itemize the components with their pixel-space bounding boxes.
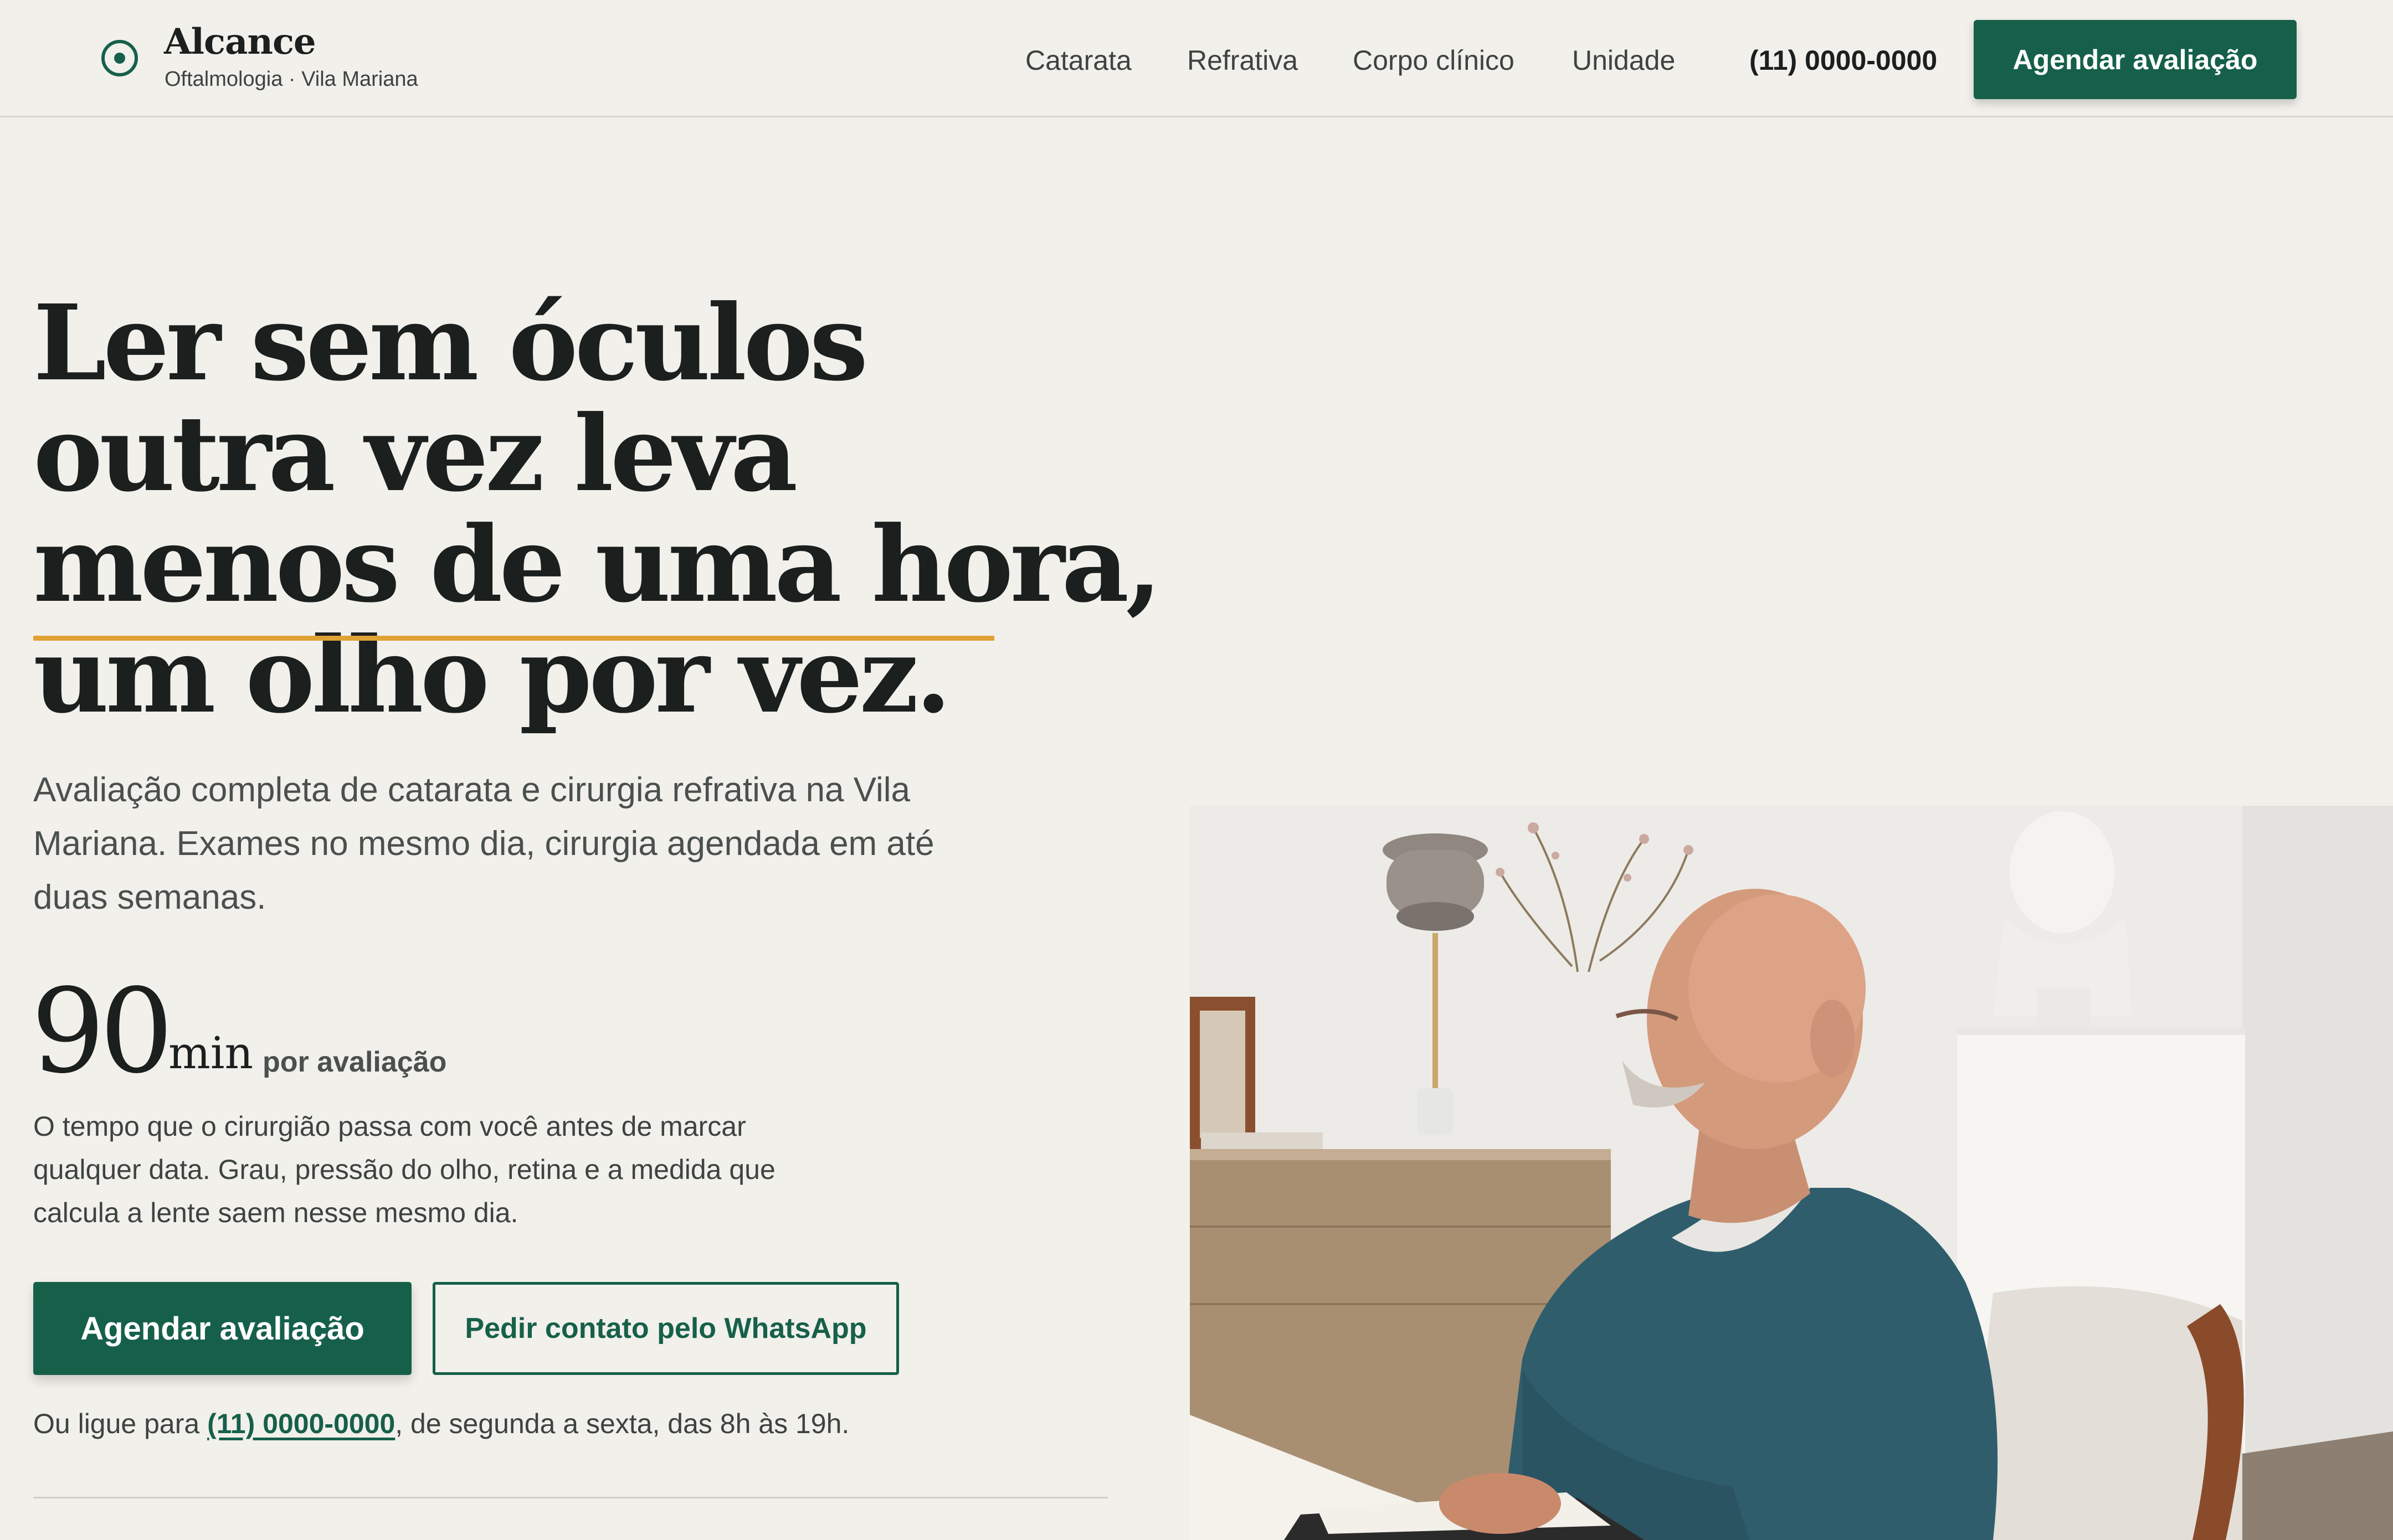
call-phone-link[interactable]: (11) 0000-0000 (207, 1408, 395, 1439)
stat-description: O tempo que o cirurgião passa com você a… (33, 1111, 776, 1228)
header-schedule-button[interactable]: Agendar avaliação (1974, 20, 2297, 99)
section-divider (33, 1497, 1108, 1498)
nav-link-refrativa[interactable]: Refrativa (1187, 47, 1298, 74)
headline-line: Ler sem óculos (33, 282, 868, 404)
schedule-evaluation-button[interactable]: Agendar avaliação (33, 1282, 412, 1375)
hero-photo (1190, 806, 2393, 1540)
stat-number: 90 (31, 964, 173, 1099)
call-prefix: Ou ligue para (33, 1408, 208, 1439)
hero-headline: Ler sem óculos outra vez leva menos de u… (33, 282, 1162, 731)
headline-accent-underline (33, 636, 994, 641)
nav-link-corpo-clinico[interactable]: Corpo clínico (1353, 47, 1514, 74)
site-header: Alcance Oftalmologia · Vila Mariana Cata… (0, 0, 2393, 117)
stat-unit: min (168, 1027, 253, 1079)
whatsapp-contact-button[interactable]: Pedir contato pelo WhatsApp (433, 1282, 899, 1375)
brand-name[interactable]: Alcance (164, 24, 316, 60)
headline-line: menos de uma hora, (33, 503, 1162, 626)
stat-caption: por avaliação (263, 1046, 447, 1078)
header-phone-link[interactable]: (11) 0000-0000 (1749, 47, 1937, 74)
nav-link-catarata[interactable]: Catarata (1025, 47, 1132, 74)
logo-icon[interactable] (101, 40, 138, 76)
call-suffix: , de segunda a sexta, das 8h às 19h. (395, 1408, 850, 1439)
brand-subtitle: Oftalmologia · Vila Mariana (165, 68, 418, 91)
headline-line: outra vez leva (33, 393, 798, 515)
call-info: Ou ligue para (11) 0000-0000, de segunda… (33, 1410, 849, 1438)
hero-subtext: Avaliação completa de catarata e cirurgi… (33, 771, 934, 916)
nav-link-unidade[interactable]: Unidade (1572, 47, 1675, 74)
